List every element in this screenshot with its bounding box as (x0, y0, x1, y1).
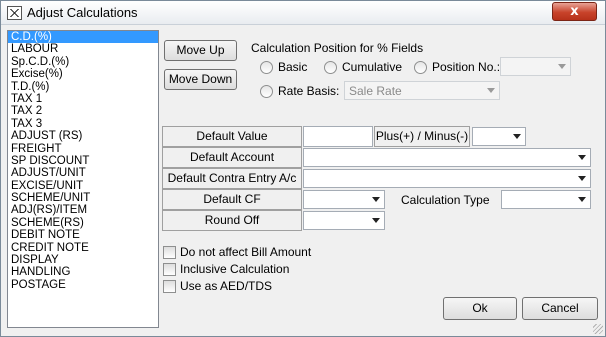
move-up-button[interactable]: Move Up (164, 40, 237, 61)
list-item[interactable]: DEBIT NOTE (8, 229, 158, 241)
default-account-select[interactable] (303, 148, 591, 167)
round-off-select[interactable] (303, 211, 385, 230)
plus-minus-label: Plus(+) / Minus(-) (374, 126, 470, 147)
list-item[interactable]: Sp.C.D.(%) (8, 56, 158, 68)
rate-basis-select[interactable]: Sale Rate (344, 81, 500, 100)
chevron-down-icon (513, 134, 521, 139)
chevron-down-icon (578, 176, 586, 181)
position-no-select[interactable] (500, 57, 571, 76)
list-item[interactable]: LABOUR (8, 43, 158, 55)
default-cf-select[interactable] (303, 190, 385, 209)
default-contra-label: Default Contra Entry A/c (162, 168, 302, 189)
list-item[interactable]: C.D.(%) (8, 31, 158, 44)
cumulative-radio-label: Cumulative (342, 60, 403, 74)
list-item[interactable]: SP DISCOUNT (8, 155, 158, 167)
list-item[interactable]: ADJUST (RS) (8, 130, 158, 142)
title-bar[interactable]: Adjust Calculations x (1, 1, 605, 25)
chevron-down-icon (487, 88, 495, 93)
chevron-down-icon (578, 155, 586, 160)
default-contra-select[interactable] (303, 169, 591, 188)
chevron-down-icon (372, 218, 380, 223)
aed-tds-label: Use as AED/TDS (180, 279, 273, 293)
list-item[interactable]: EXCISE/UNIT (8, 180, 158, 192)
basic-radio-label: Basic (278, 60, 308, 74)
cancel-button[interactable]: Cancel (522, 297, 598, 320)
list-item[interactable]: HANDLING (8, 266, 158, 278)
list-item[interactable]: TAX 1 (8, 93, 158, 105)
list-item[interactable]: FREIGHT (8, 143, 158, 155)
list-item[interactable]: SCHEME/UNIT (8, 192, 158, 204)
plus-minus-select[interactable] (472, 127, 526, 146)
list-item[interactable]: TAX 3 (8, 118, 158, 130)
list-item[interactable]: CREDIT NOTE (8, 242, 158, 254)
adjust-calculations-dialog: Adjust Calculations x C.D.(%) LABOUR Sp.C.… (0, 0, 606, 337)
calc-position-heading: Calculation Position for % Fields (251, 41, 424, 55)
list-item[interactable]: SCHEME(RS) (8, 217, 158, 229)
list-item[interactable]: T.D.(%) (8, 81, 158, 93)
position-no-radio-label: Position No.: (432, 60, 501, 74)
chevron-down-icon (578, 197, 586, 202)
list-item[interactable]: TAX 2 (8, 105, 158, 117)
no-bill-amount-label: Do not affect Bill Amount (180, 245, 312, 259)
chevron-down-icon (558, 64, 566, 69)
default-account-label: Default Account (162, 147, 302, 168)
list-item[interactable]: ADJ(RS)/ITEM (8, 204, 158, 216)
default-cf-label: Default CF (162, 189, 302, 210)
calculation-type-label: Calculation Type (401, 193, 490, 207)
list-item[interactable]: POSTAGE (8, 279, 158, 291)
aed-tds-checkbox[interactable] (163, 280, 176, 293)
rate-basis-radio-label: Rate Basis: (278, 84, 340, 98)
round-off-label: Round Off (162, 210, 302, 231)
inclusive-calc-checkbox[interactable] (163, 263, 176, 276)
list-item[interactable]: Excise(%) (8, 68, 158, 80)
list-item[interactable]: ADJUST/UNIT (8, 167, 158, 179)
window-icon (7, 6, 22, 20)
cumulative-radio[interactable] (324, 61, 337, 74)
default-value-label: Default Value (162, 126, 302, 147)
ok-button[interactable]: Ok (443, 297, 517, 320)
close-button[interactable]: x (552, 2, 597, 21)
no-bill-amount-checkbox[interactable] (163, 246, 176, 259)
default-value-input[interactable] (303, 126, 373, 147)
calculation-list[interactable]: C.D.(%) LABOUR Sp.C.D.(%) Excise(%) T.D.(%) T… (7, 30, 159, 328)
list-item[interactable]: DISPLAY (8, 254, 158, 266)
resize-grip-icon[interactable] (593, 324, 603, 334)
chevron-down-icon (372, 197, 380, 202)
calculation-type-select[interactable] (501, 190, 591, 209)
rate-basis-radio[interactable] (260, 85, 273, 98)
inclusive-calc-label: Inclusive Calculation (180, 262, 290, 276)
move-down-button[interactable]: Move Down (164, 69, 237, 90)
window-title: Adjust Calculations (27, 5, 138, 20)
position-no-radio[interactable] (414, 61, 427, 74)
basic-radio[interactable] (260, 61, 273, 74)
